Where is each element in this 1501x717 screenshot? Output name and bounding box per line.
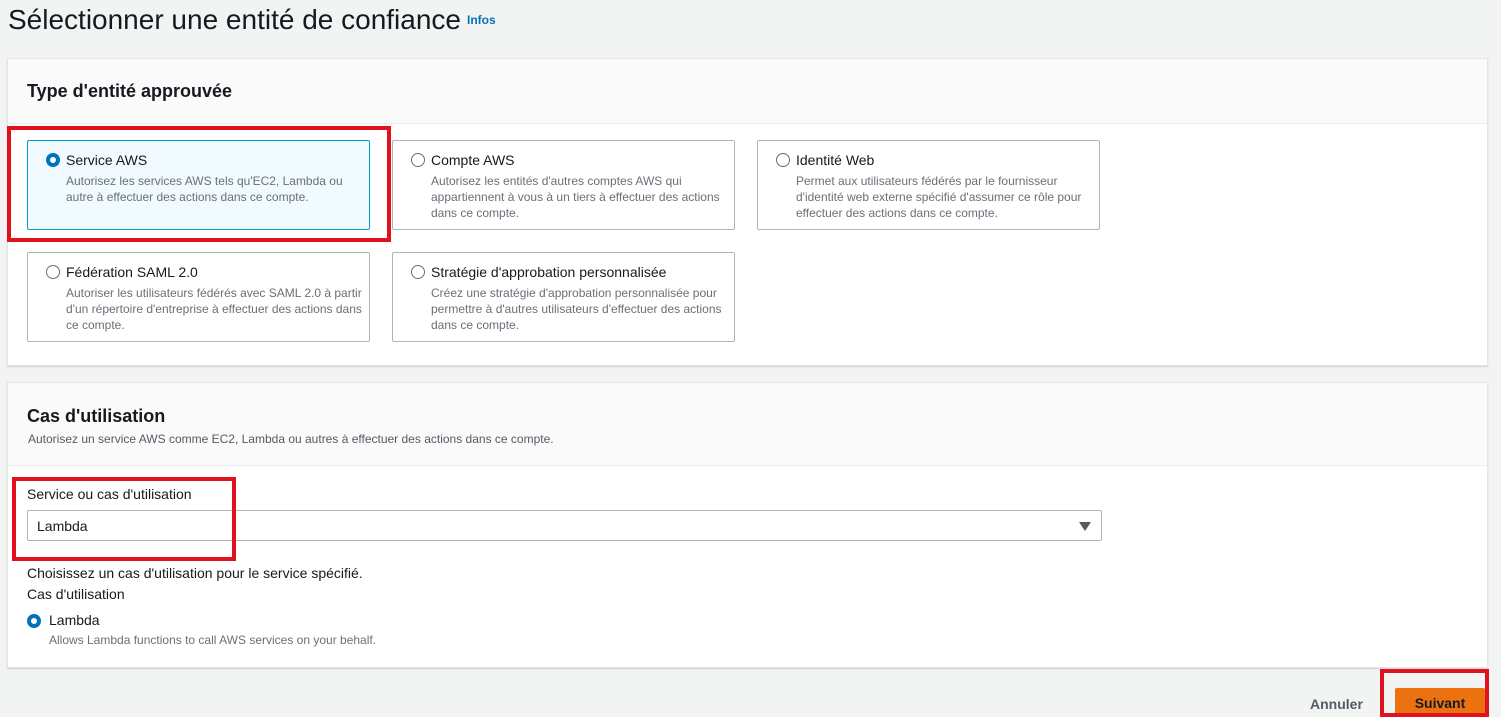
entity-type-panel-header: Type d'entité approuvée — [8, 59, 1487, 124]
tile-description: Autoriser les utilisateurs fédérés avec … — [66, 286, 362, 332]
use-case-option-description: Allows Lambda functions to call AWS serv… — [49, 633, 377, 647]
tile-compte-aws[interactable]: Compte AWS Autorisez les entités d'autre… — [392, 140, 735, 230]
tile-identite-web[interactable]: Identité Web Permet aux utilisateurs féd… — [757, 140, 1100, 230]
page-title-text: Sélectionner une entité de confiance — [8, 4, 461, 35]
radio-compte-aws[interactable] — [411, 153, 425, 167]
tile-title: Fédération SAML 2.0 — [66, 264, 198, 280]
radio-identite-web[interactable] — [776, 153, 790, 167]
use-case-description: Autorisez un service AWS comme EC2, Lamb… — [28, 432, 554, 446]
tile-description: Autorisez les entités d'autres comptes A… — [431, 174, 720, 220]
cancel-button[interactable]: Annuler — [1300, 692, 1373, 716]
use-case-option-title: Lambda — [49, 612, 100, 628]
tile-description: Autorisez les services AWS tels qu'EC2, … — [66, 174, 343, 204]
service-select-value: Lambda — [37, 518, 88, 534]
caret-down-icon — [1079, 522, 1091, 531]
page-title: Sélectionner une entité de confiance Info… — [8, 4, 496, 36]
service-select[interactable]: Lambda — [27, 510, 1102, 541]
radio-service-aws[interactable] — [46, 153, 60, 167]
use-case-hint: Choisissez un cas d'utilisation pour le … — [27, 565, 363, 581]
tile-strategie-personnalisee[interactable]: Stratégie d'approbation personnalisée Cr… — [392, 252, 735, 342]
use-case-label: Cas d'utilisation — [27, 586, 125, 602]
use-case-panel-header: Cas d'utilisation Autorisez un service A… — [8, 383, 1487, 466]
radio-federation-saml[interactable] — [46, 265, 60, 279]
tile-service-aws[interactable]: Service AWS Autorisez les services AWS t… — [27, 140, 370, 230]
next-button[interactable]: Suivant — [1395, 688, 1485, 717]
radio-lambda[interactable] — [27, 614, 41, 628]
info-link[interactable]: Infos — [467, 13, 496, 27]
tile-description: Permet aux utilisateurs fédérés par le f… — [796, 174, 1082, 220]
tile-title: Identité Web — [796, 152, 875, 168]
entity-type-heading: Type d'entité approuvée — [27, 81, 232, 101]
use-case-heading: Cas d'utilisation — [27, 406, 166, 426]
tile-description: Créez une stratégie d'approbation person… — [431, 286, 722, 332]
tile-federation-saml[interactable]: Fédération SAML 2.0 Autoriser les utilis… — [27, 252, 370, 342]
tile-title: Stratégie d'approbation personnalisée — [431, 264, 667, 280]
tile-title: Compte AWS — [431, 152, 515, 168]
tile-title: Service AWS — [66, 152, 148, 168]
service-field-label: Service ou cas d'utilisation — [27, 486, 192, 502]
radio-strategie-personnalisee[interactable] — [411, 265, 425, 279]
